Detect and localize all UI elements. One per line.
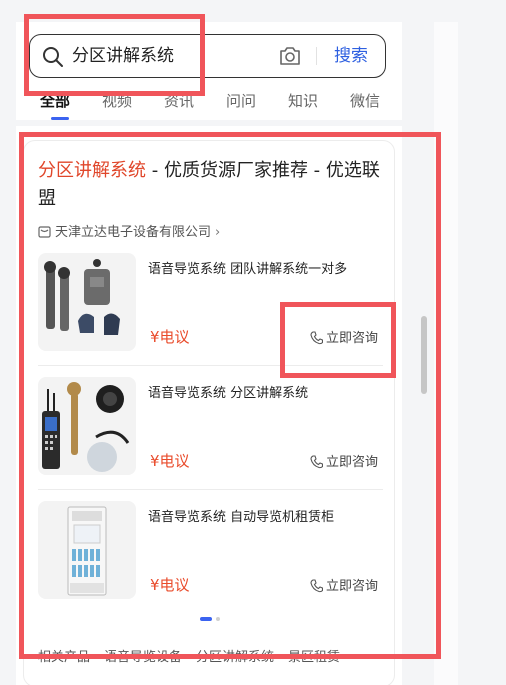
annotation-box-consult (280, 302, 396, 378)
tab-wechat[interactable]: 微信 (350, 90, 380, 111)
tabs-bottom-gap (16, 120, 402, 126)
annotation-box-search (24, 14, 205, 96)
search-divider (316, 47, 317, 65)
search-button[interactable]: 搜索 (334, 45, 368, 67)
tab-qa[interactable]: 问问 (226, 90, 256, 111)
tab-knowledge[interactable]: 知识 (288, 90, 318, 111)
annotation-box-ad-card (19, 132, 441, 659)
camera-icon[interactable] (278, 45, 302, 67)
